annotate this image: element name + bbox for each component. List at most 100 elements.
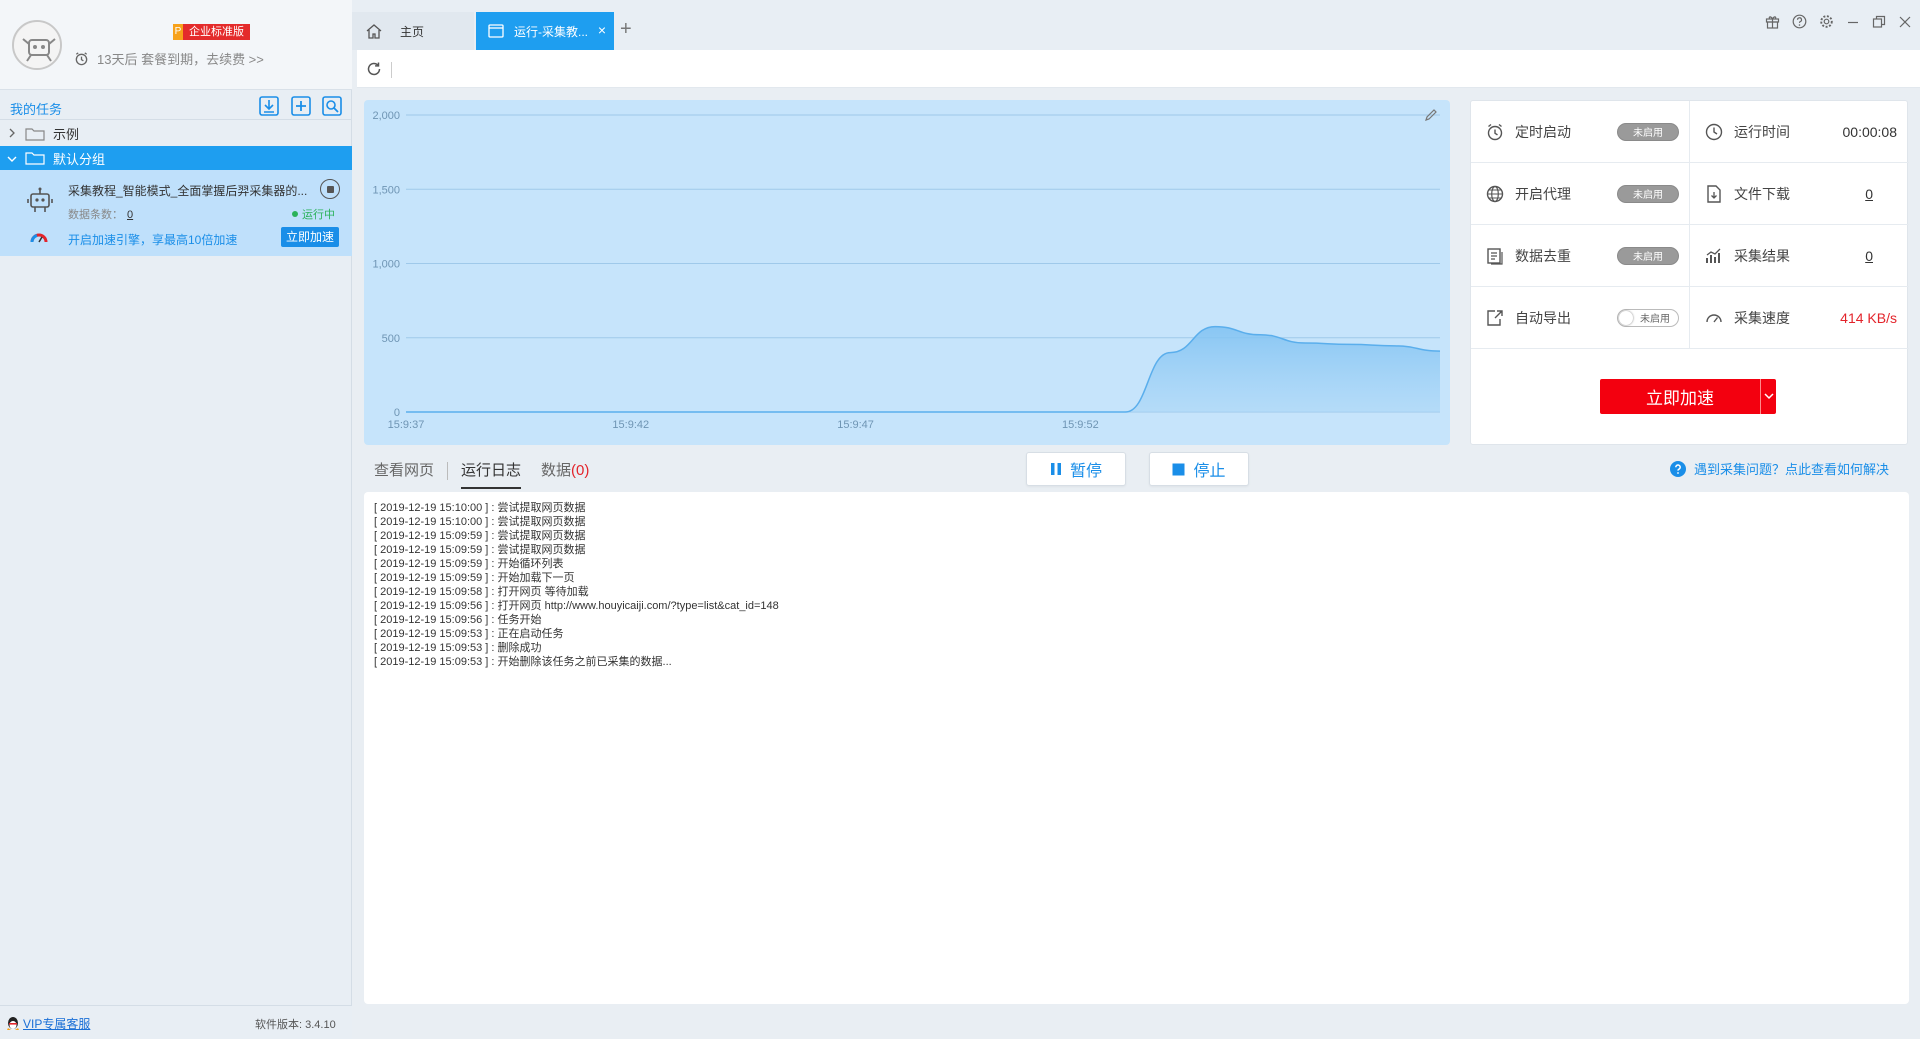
close-tab-icon[interactable]: × — [598, 23, 606, 37]
help-icon[interactable] — [1792, 14, 1807, 29]
log-line: [ 2019-12-19 15:09:59 ] : 开始循环列表 — [374, 558, 564, 570]
minimize-icon[interactable] — [1846, 15, 1860, 29]
stat-speed: 采集速度 414 KB/s — [1690, 287, 1909, 349]
stop-icon — [326, 185, 334, 193]
edition-label: 企业标准版 — [183, 24, 250, 40]
log-panel: [ 2019-12-19 15:10:00 ] : 尝试提取网页数据 [ 2019… — [364, 492, 1909, 1004]
tab-run-task[interactable]: 运行-采集教... × — [476, 12, 614, 50]
results-count[interactable]: 0 — [1865, 248, 1873, 264]
proxy-toggle[interactable]: 未启用 — [1617, 184, 1679, 203]
task-stop-button[interactable] — [320, 179, 340, 199]
globe-icon — [1486, 185, 1504, 202]
status-dot-icon — [292, 211, 298, 217]
stat-results: 采集结果 0 — [1690, 225, 1909, 287]
log-line: [ 2019-12-19 15:09:53 ] : 正在启动任务 — [374, 628, 564, 640]
sidebar-footer: VIP专属客服 软件版本: 3.4.10 — [0, 1005, 352, 1039]
robot-icon — [27, 187, 53, 212]
chart-canvas: 2,000 1,500 1,000 500 015:9:37 15:9:42 15:9:47… — [372, 110, 1441, 431]
edition-letter: P — [173, 24, 183, 40]
stop-icon — [1172, 463, 1185, 475]
new-task-button[interactable] — [290, 95, 312, 117]
task-card[interactable]: 采集教程_智能模式_全面掌握后羿采集器的... 数据条数： 0 运行中 开启加速引… — [0, 170, 352, 256]
speed-value: 414 KB/s — [1840, 309, 1897, 326]
tab-home[interactable]: 主页 — [352, 12, 474, 50]
user-avatar[interactable] — [12, 20, 62, 70]
pause-button[interactable]: 暂停 — [1026, 452, 1126, 486]
auto-export-toggle[interactable]: 未启用 — [1617, 308, 1679, 327]
speedometer-icon — [1706, 313, 1722, 322]
tab-data[interactable]: 数据(0) — [531, 453, 599, 489]
log-lines: [ 2019-12-19 15:10:00 ] : 尝试提取网页数据 [ 2019… — [374, 501, 1899, 669]
sidebar: P 企业标准版 13天后 套餐到期，去续费 >> 我的任务 示例 默认分组 采集… — [0, 0, 352, 1039]
file-download-count[interactable]: 0 — [1865, 186, 1873, 202]
window-icon — [488, 24, 504, 38]
stat-label: 开启代理 — [1515, 185, 1571, 202]
expire-text: 13天后 套餐到期，去续费 >> — [97, 52, 264, 67]
refresh-icon[interactable] — [365, 60, 383, 78]
stop-button[interactable]: 停止 — [1149, 452, 1249, 486]
close-window-icon[interactable] — [1898, 15, 1912, 29]
import-task-button[interactable] — [258, 95, 280, 117]
tab-label: 运行-采集教... — [514, 24, 588, 39]
log-line: [ 2019-12-19 15:09:53 ] : 删除成功 — [374, 642, 542, 654]
edit-pencil-icon[interactable] — [1424, 108, 1438, 122]
tab-data-label: 数据 — [541, 462, 572, 479]
folder-icon — [25, 127, 45, 141]
task-title: 采集教程_智能模式_全面掌握后羿采集器的... — [68, 184, 308, 198]
file-download-icon — [1707, 184, 1721, 203]
accelerate-button[interactable]: 立即加速 — [1600, 379, 1760, 414]
log-line: [ 2019-12-19 15:09:59 ] : 尝试提取网页数据 — [374, 544, 586, 556]
data-count-label: 数据条数： — [68, 209, 123, 221]
stat-scheduled-start: 定时启动 未启用 — [1471, 101, 1690, 163]
alarm-clock-icon — [75, 52, 88, 66]
group-label: 默认分组 — [53, 151, 106, 167]
tab-run-log[interactable]: 运行日志 — [451, 453, 531, 489]
add-icon — [291, 96, 311, 116]
stat-label: 运行时间 — [1734, 123, 1790, 140]
vip-support-link[interactable]: VIP专属客服 — [6, 1015, 90, 1032]
gift-icon[interactable] — [1765, 14, 1780, 29]
add-tab-button[interactable]: + — [620, 18, 632, 40]
group-default[interactable]: 默认分组 — [0, 146, 352, 170]
y-tick-label: 500 — [382, 333, 400, 345]
profile-area: P 企业标准版 13天后 套餐到期，去续费 >> — [0, 0, 352, 90]
boost-button[interactable]: 立即加速 — [281, 227, 339, 247]
tasks-header: 我的任务 — [0, 92, 352, 120]
pause-label: 暂停 — [1069, 463, 1102, 480]
group-label: 示例 — [53, 127, 80, 142]
scheduled-start-toggle[interactable]: 未启用 — [1617, 122, 1679, 141]
restore-icon[interactable] — [1872, 15, 1886, 29]
software-version: 软件版本: 3.4.10 — [255, 1019, 336, 1031]
question-icon — [1670, 460, 1686, 477]
settings-gear-icon[interactable] — [1819, 14, 1834, 29]
chevron-down-icon — [3, 151, 21, 166]
y-tick-label: 1,000 — [372, 259, 400, 271]
stat-auto-export: 自动导出 未启用 — [1471, 287, 1690, 349]
tab-view-page[interactable]: 查看网页 — [364, 453, 444, 489]
stat-label: 采集速度 — [1734, 309, 1790, 326]
data-count-value[interactable]: 0 — [127, 209, 133, 221]
accelerate-dropdown[interactable] — [1760, 379, 1776, 414]
group-example[interactable]: 示例 — [0, 121, 352, 146]
speed-gauge-icon — [30, 233, 48, 243]
search-task-button[interactable] — [321, 95, 343, 117]
stat-label: 自动导出 — [1515, 309, 1571, 326]
folder-icon — [25, 152, 45, 165]
accelerate-control: 立即加速 — [1600, 379, 1776, 414]
export-icon — [1487, 309, 1503, 326]
stat-label: 文件下载 — [1734, 185, 1790, 202]
edition-badge: P 企业标准版 — [173, 24, 250, 40]
dedupe-toggle[interactable]: 未启用 — [1617, 246, 1679, 265]
run-time-value: 00:00:08 — [1842, 123, 1898, 140]
y-tick-label: 0 — [394, 407, 400, 419]
stat-label: 定时启动 — [1515, 123, 1571, 140]
clock-icon — [1705, 123, 1723, 140]
help-link[interactable]: 遇到采集问题？点此查看如何解决 — [1670, 459, 1889, 478]
renew-link[interactable]: 13天后 套餐到期，去续费 >> — [74, 49, 264, 68]
log-line: [ 2019-12-19 15:10:00 ] : 尝试提取网页数据 — [374, 502, 586, 514]
vip-link-text: VIP专属客服 — [23, 1017, 91, 1031]
data-count-badge: (0) — [571, 462, 590, 479]
browser-toolbar — [357, 50, 1920, 88]
stat-run-time: 运行时间 00:00:08 — [1690, 101, 1909, 163]
stat-dedupe: 数据去重 未启用 — [1471, 225, 1690, 287]
